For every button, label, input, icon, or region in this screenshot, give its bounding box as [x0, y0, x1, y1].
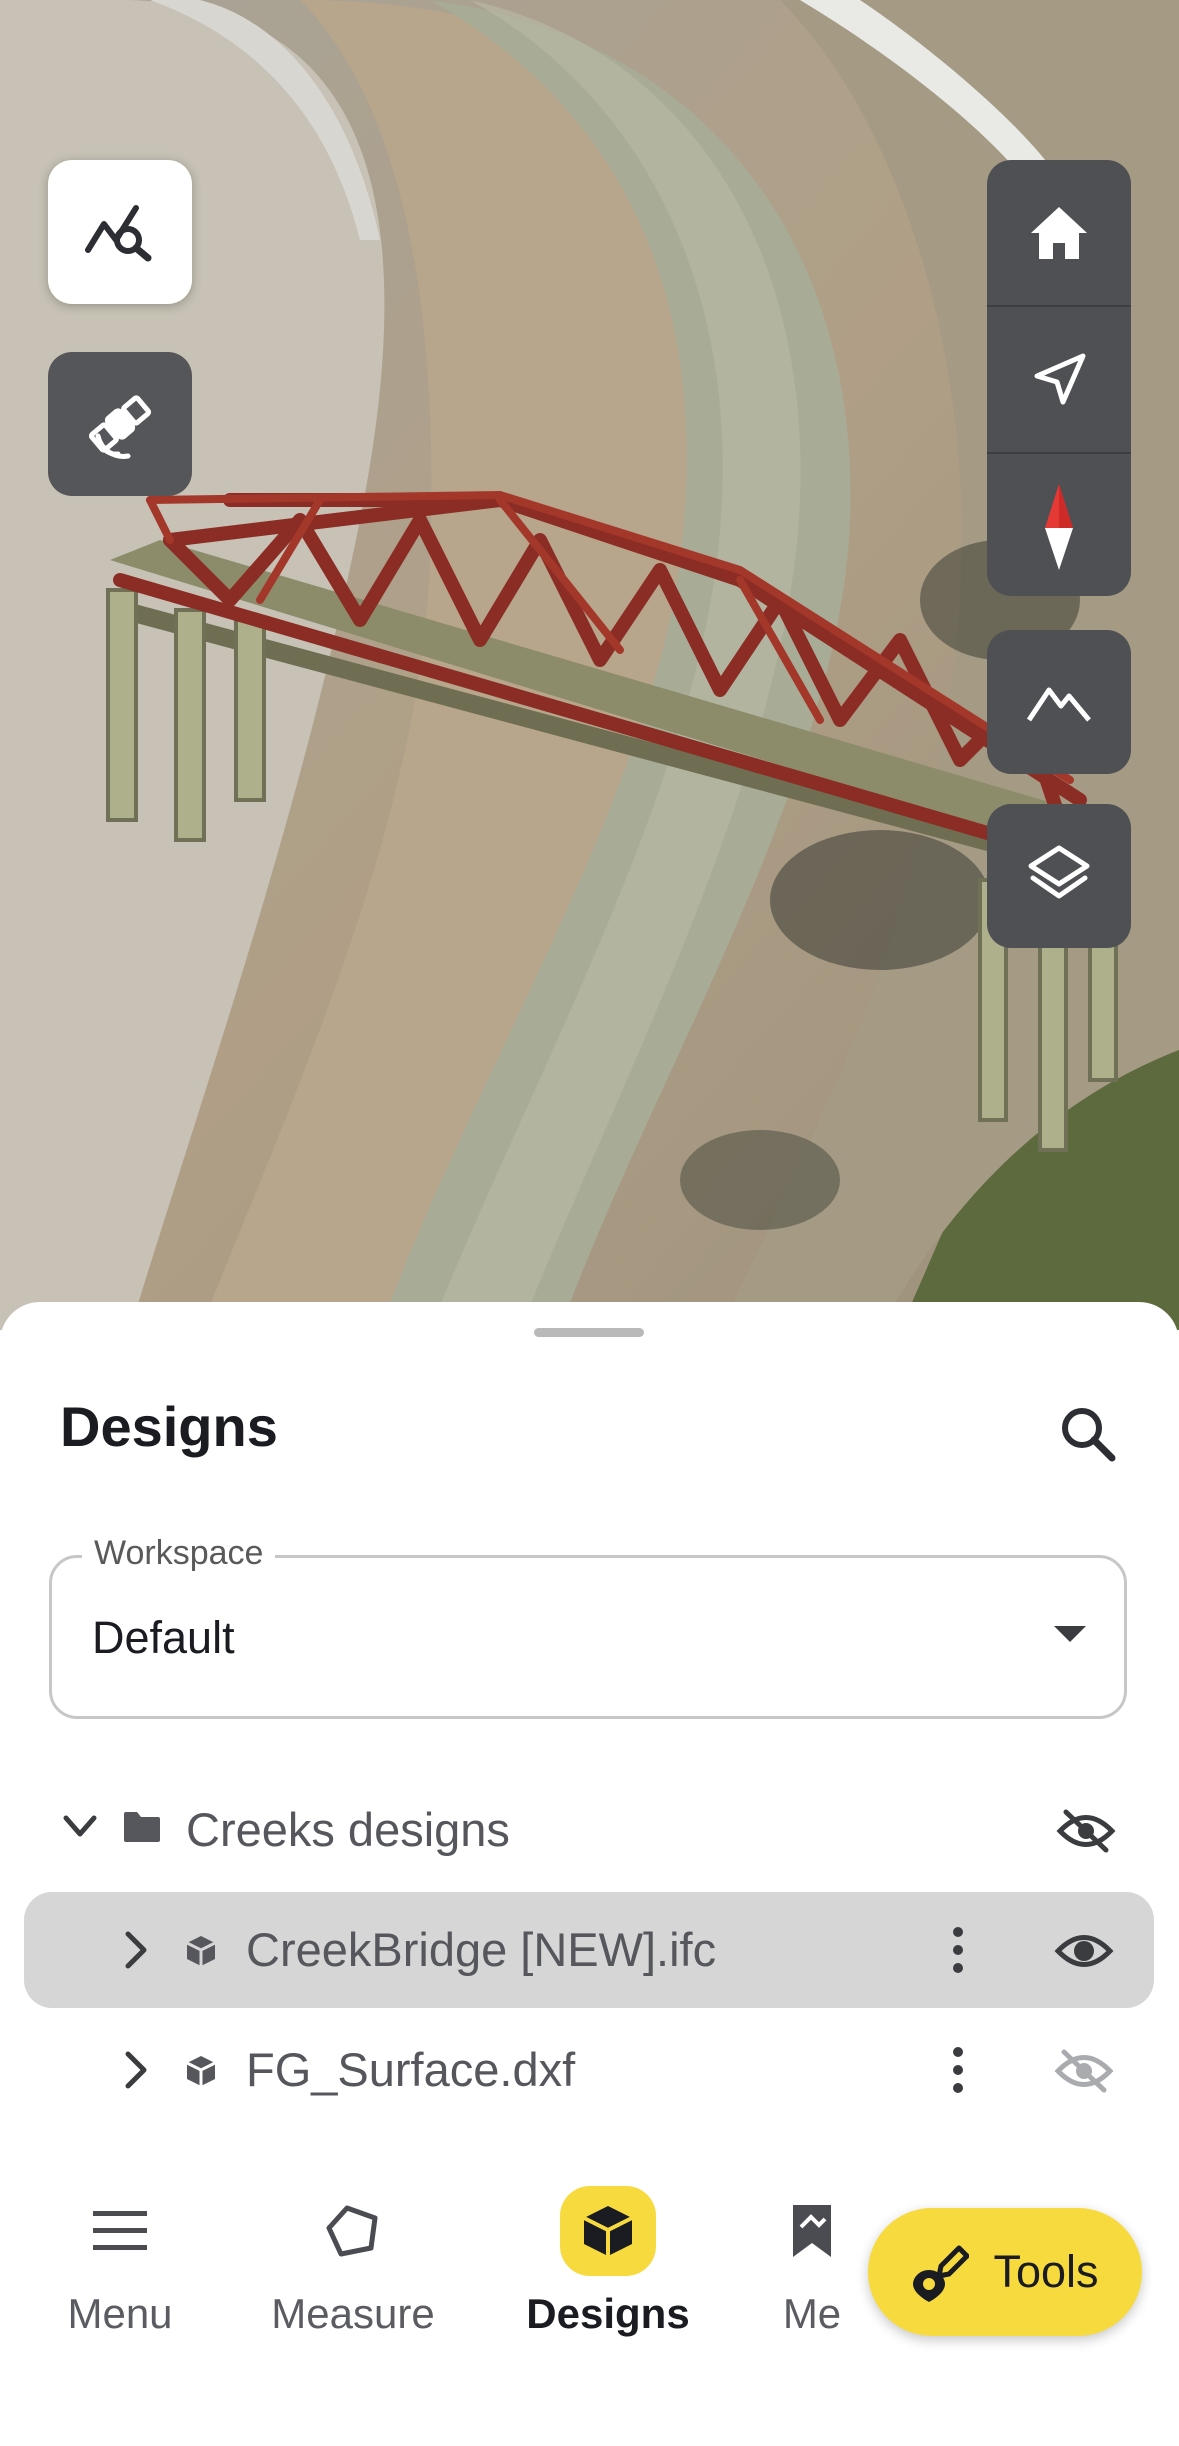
analyze-button[interactable]	[48, 160, 192, 304]
nav-item-menu[interactable]: Menu	[10, 2170, 230, 2338]
nav-item-measure[interactable]: Measure	[243, 2170, 463, 2338]
layers-button[interactable]	[987, 804, 1131, 948]
map-marker-pencil-icon	[913, 2245, 970, 2302]
file-name: CreekBridge [NEW].ifc	[246, 1923, 717, 1976]
polygon-icon	[305, 2186, 401, 2276]
chevron-right-icon[interactable]	[124, 2050, 148, 2090]
bookmark-map-icon	[764, 2186, 860, 2276]
workspace-value: Default	[92, 1612, 235, 1663]
tools-label: Tools	[993, 2246, 1099, 2297]
folder-icon	[124, 1812, 160, 1842]
search-icon	[1062, 1408, 1116, 1462]
more-vert-icon[interactable]	[952, 1926, 964, 1974]
caret-down-icon	[1054, 1626, 1086, 1642]
layers-icon	[1028, 845, 1090, 899]
nav-label-menu: Menu	[67, 2290, 173, 2337]
more-vert-icon[interactable]	[952, 2046, 964, 2094]
nav-label-designs: Designs	[526, 2290, 690, 2337]
workspace-label: Workspace	[82, 1534, 276, 1573]
chart-search-icon	[85, 205, 152, 262]
eye-off-icon[interactable]	[1054, 2048, 1114, 2094]
cube-icon	[560, 2186, 656, 2276]
map-control-stack	[987, 160, 1131, 596]
nav-label-measure: Measure	[271, 2290, 435, 2337]
file-name: FG_Surface.dxf	[246, 2043, 576, 2096]
cube-icon	[186, 2056, 216, 2086]
home-icon	[1031, 206, 1087, 259]
search-button[interactable]	[1056, 1402, 1120, 1466]
tree-file-row[interactable]: FG_Surface.dxf	[24, 2012, 1154, 2128]
home-button[interactable]	[987, 160, 1131, 307]
menu-icon	[72, 2186, 168, 2276]
nav-item-designs[interactable]: Designs	[498, 2170, 718, 2338]
eye-off-icon[interactable]	[1056, 1808, 1116, 1854]
compass-icon	[1045, 483, 1073, 570]
sheet-drag-handle[interactable]	[534, 1328, 644, 1337]
cube-icon	[186, 1936, 216, 1966]
eye-icon[interactable]	[1054, 1928, 1114, 1974]
tree-folder-row[interactable]: Creeks designs	[24, 1772, 1154, 1888]
satellite-button[interactable]	[48, 352, 192, 496]
chevron-right-icon[interactable]	[124, 1930, 148, 1970]
satellite-icon	[88, 395, 152, 459]
tools-button[interactable]: Tools	[868, 2208, 1142, 2336]
locate-button[interactable]	[987, 307, 1131, 454]
sheet-title: Designs	[60, 1395, 278, 1458]
workspace-select[interactable]: Workspace Default	[49, 1534, 1127, 1719]
terrain-icon	[1026, 687, 1091, 722]
folder-name: Creeks designs	[186, 1803, 510, 1856]
tree-file-row-selected[interactable]: CreekBridge [NEW].ifc	[24, 1892, 1154, 2008]
map-view[interactable]	[0, 0, 1179, 1330]
chevron-down-icon[interactable]	[62, 1814, 98, 1840]
terrain-button[interactable]	[987, 630, 1131, 774]
compass-button[interactable]	[987, 454, 1131, 596]
navigation-arrow-icon	[1034, 353, 1086, 404]
